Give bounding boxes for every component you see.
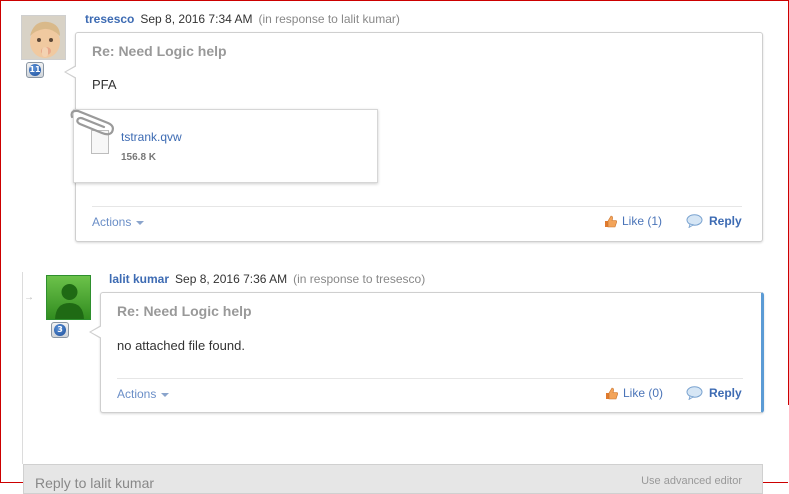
post-date: Sep 8, 2016 7:34 AM (140, 12, 253, 26)
post-meta: tresesco Sep 8, 2016 7:34 AM (in response … (85, 12, 400, 26)
reply-bar-label: Reply to lalit kumar (35, 475, 155, 491)
in-response-link[interactable]: (in response to lalit kumar) (258, 12, 399, 26)
speech-bubble-icon (686, 214, 703, 228)
avatar-lalit-kumar[interactable] (46, 275, 91, 320)
in-response-link[interactable]: (in response to tresesco) (293, 272, 425, 286)
post-card: Re: Need Logic help PFA tstrank.qvw 156.… (64, 32, 763, 242)
caret-down-icon (136, 220, 145, 225)
thumbs-up-icon (605, 215, 617, 227)
paperclip-icon (70, 109, 114, 136)
post-date: Sep 8, 2016 7:36 AM (175, 272, 288, 286)
reply-button[interactable]: Reply (686, 214, 742, 228)
attachment-filename[interactable]: tstrank.qvw (121, 130, 182, 144)
attachment-card: tstrank.qvw 156.8 K (73, 109, 378, 183)
thread-line (22, 272, 23, 464)
like-button[interactable]: Like (0) (605, 386, 663, 400)
post-body: no attached file found. (117, 338, 245, 353)
author-link[interactable]: lalit kumar (109, 272, 169, 286)
default-user-avatar-icon (47, 276, 90, 319)
attachment-size: 156.8 K (121, 152, 157, 163)
advanced-editor-link[interactable]: Use advanced editor (641, 475, 742, 487)
avatar-tresesco[interactable] (21, 15, 66, 60)
post-card: Re: Need Logic help no attached file fou… (89, 292, 764, 413)
speech-bubble-icon (686, 386, 703, 400)
actions-divider (92, 206, 742, 207)
reply-button[interactable]: Reply (686, 386, 742, 400)
author-link[interactable]: tresesco (85, 12, 134, 26)
actions-menu[interactable]: Actions (92, 215, 145, 229)
actions-menu[interactable]: Actions (117, 387, 170, 401)
reply-editor-bar[interactable]: Reply to lalit kumar Use advanced editor (23, 464, 763, 494)
thread-arrow-icon: → (24, 292, 34, 303)
caret-down-icon (161, 392, 170, 397)
post-subject[interactable]: Re: Need Logic help (92, 43, 227, 59)
points-badge: 3 (51, 322, 69, 338)
like-button[interactable]: Like (1) (604, 214, 662, 228)
post-meta: lalit kumar Sep 8, 2016 7:36 AM (in respon… (109, 272, 425, 286)
baby-avatar-icon (22, 16, 65, 59)
post-subject[interactable]: Re: Need Logic help (117, 303, 252, 319)
thumbs-up-icon (606, 387, 618, 399)
actions-divider (117, 378, 743, 379)
points-badge: 11 (26, 62, 44, 78)
post-body: PFA (92, 77, 117, 92)
